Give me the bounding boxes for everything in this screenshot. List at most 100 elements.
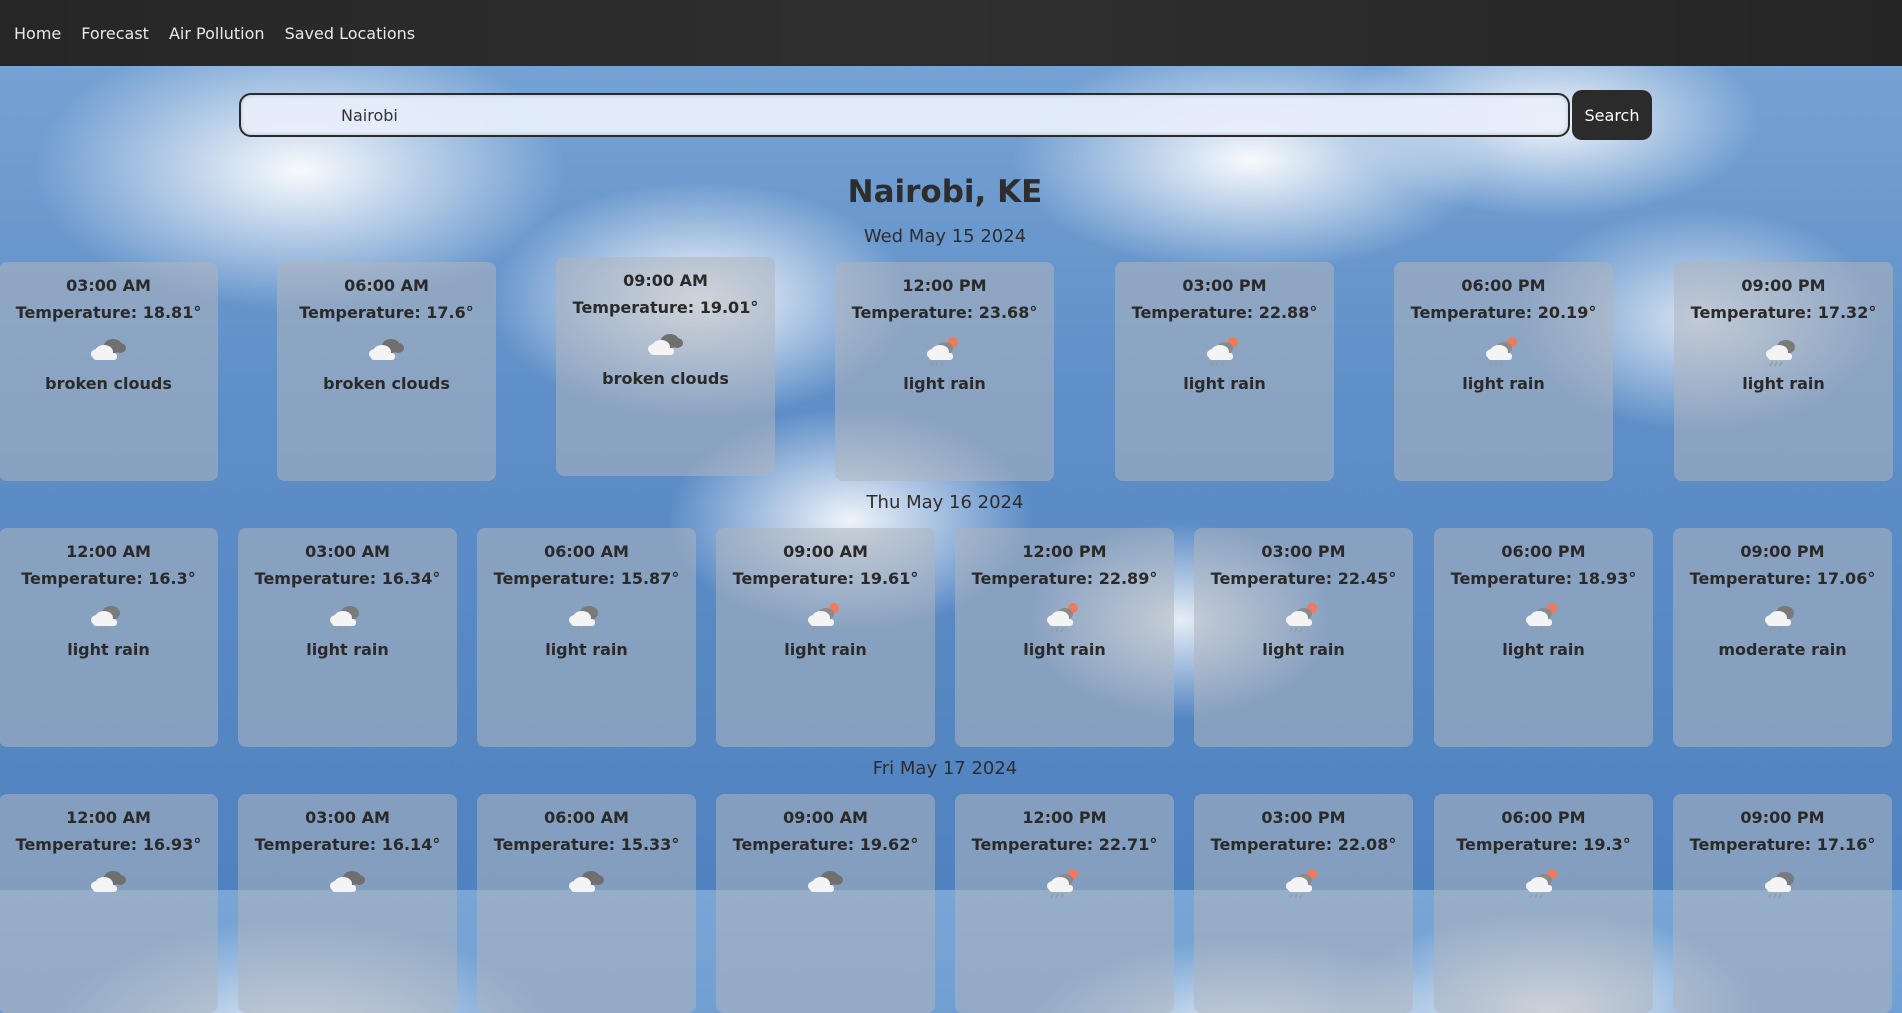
rain-cloud-icon	[477, 594, 696, 634]
forecast-card: 03:00 PM Temperature: 22.88° light rain	[1115, 262, 1334, 481]
nav-home-link[interactable]: Home	[14, 24, 61, 43]
forecast-time: 09:00 AM	[623, 271, 708, 290]
rain-sun-icon	[835, 328, 1054, 368]
forecast-time: 09:00 PM	[1740, 542, 1825, 561]
broken-clouds-icon	[277, 328, 496, 368]
forecast-card: 09:00 PM Temperature: 17.32° light rain	[1674, 262, 1893, 481]
forecast-temperature: Temperature: 19.62°	[732, 835, 919, 854]
forecast-temperature: Temperature: 18.81°	[15, 303, 202, 322]
forecast-card: 03:00 PM Temperature: 22.45° light rain	[1194, 528, 1413, 747]
rain-sun-icon	[1434, 860, 1653, 900]
forecast-temperature: Temperature: 17.06°	[1689, 569, 1876, 588]
rain-sun-icon	[1115, 328, 1334, 368]
forecast-card: 12:00 AM Temperature: 16.3° light rain	[0, 528, 218, 747]
forecast-description: light rain	[784, 640, 867, 659]
forecast-time: 06:00 AM	[544, 808, 629, 827]
rain-sun-icon	[1434, 594, 1653, 634]
top-nav: Home Forecast Air Pollution Saved Locati…	[0, 0, 1902, 66]
rain-sun-icon	[955, 594, 1174, 634]
forecast-card: 09:00 PM Temperature: 17.06° moderate rain	[1673, 528, 1892, 747]
forecast-time: 06:00 AM	[544, 542, 629, 561]
forecast-temperature: Temperature: 17.16°	[1689, 835, 1876, 854]
rain-sun-icon	[716, 594, 935, 634]
forecast-temperature: Temperature: 16.3°	[21, 569, 196, 588]
nav-air-pollution-link[interactable]: Air Pollution	[169, 24, 265, 43]
forecast-time: 12:00 PM	[1022, 808, 1107, 827]
forecast-time: 03:00 AM	[66, 276, 151, 295]
forecast-card: 06:00 AM Temperature: 15.87° light rain	[477, 528, 696, 747]
rain-cloud-icon	[0, 594, 218, 634]
forecast-temperature: Temperature: 15.33°	[493, 835, 680, 854]
forecast-temperature: Temperature: 19.61°	[732, 569, 919, 588]
forecast-temperature: Temperature: 18.93°	[1450, 569, 1637, 588]
forecast-time: 12:00 AM	[66, 542, 151, 561]
forecast-time: 06:00 PM	[1501, 542, 1586, 561]
forecast-time: 03:00 PM	[1261, 542, 1346, 561]
forecast-description: broken clouds	[323, 374, 450, 393]
rain-sun-icon	[1394, 328, 1613, 368]
forecast-card: 03:00 AM Temperature: 16.14°	[238, 794, 457, 1013]
forecast-description: light rain	[545, 640, 628, 659]
broken-clouds-icon	[477, 860, 696, 900]
search-bar: Search	[239, 90, 1652, 140]
day-label: Wed May 15 2024	[863, 226, 1027, 247]
city-title: Nairobi, KE	[847, 174, 1043, 210]
forecast-temperature: Temperature: 20.19°	[1410, 303, 1597, 322]
forecast-temperature: Temperature: 17.6°	[299, 303, 474, 322]
forecast-temperature: Temperature: 17.32°	[1690, 303, 1877, 322]
forecast-description: light rain	[306, 640, 389, 659]
forecast-time: 03:00 PM	[1182, 276, 1267, 295]
forecast-card: 12:00 PM Temperature: 22.71°	[955, 794, 1174, 1013]
forecast-description: light rain	[67, 640, 150, 659]
forecast-temperature: Temperature: 23.68°	[851, 303, 1038, 322]
forecast-description: light rain	[903, 374, 986, 393]
forecast-temperature: Temperature: 16.93°	[15, 835, 202, 854]
forecast-description: light rain	[1183, 374, 1266, 393]
forecast-temperature: Temperature: 16.34°	[254, 569, 441, 588]
rain-cloud-icon	[238, 594, 457, 634]
forecast-time: 03:00 PM	[1261, 808, 1346, 827]
forecast-time: 03:00 AM	[305, 808, 390, 827]
forecast-description: light rain	[1262, 640, 1345, 659]
forecast-temperature: Temperature: 15.87°	[493, 569, 680, 588]
day-label: Fri May 17 2024	[872, 758, 1018, 779]
broken-clouds-icon	[0, 860, 218, 900]
forecast-card: 06:00 AM Temperature: 17.6° broken clouds	[277, 262, 496, 481]
forecast-description: light rain	[1502, 640, 1585, 659]
day-label: Thu May 16 2024	[866, 492, 1024, 513]
forecast-temperature: Temperature: 19.3°	[1456, 835, 1631, 854]
forecast-description: light rain	[1742, 374, 1825, 393]
forecast-temperature: Temperature: 16.14°	[254, 835, 441, 854]
forecast-card: 03:00 PM Temperature: 22.08°	[1194, 794, 1413, 1013]
broken-clouds-icon	[0, 328, 218, 368]
forecast-time: 12:00 PM	[902, 276, 987, 295]
rain-cloud-icon	[1673, 860, 1892, 900]
forecast-card: 06:00 PM Temperature: 19.3°	[1434, 794, 1653, 1013]
forecast-temperature: Temperature: 22.45°	[1210, 569, 1397, 588]
search-button[interactable]: Search	[1572, 90, 1652, 140]
forecast-card: 09:00 AM Temperature: 19.61° light rain	[716, 528, 935, 747]
forecast-card: 12:00 PM Temperature: 22.89° light rain	[955, 528, 1174, 747]
forecast-time: 12:00 AM	[66, 808, 151, 827]
broken-clouds-icon	[238, 860, 457, 900]
forecast-card: 12:00 PM Temperature: 23.68° light rain	[835, 262, 1054, 481]
forecast-time: 03:00 AM	[305, 542, 390, 561]
rain-sun-icon	[955, 860, 1174, 900]
rain-cloud-icon	[1673, 594, 1892, 634]
search-input[interactable]	[239, 93, 1570, 137]
forecast-time: 06:00 AM	[344, 276, 429, 295]
nav-forecast-link[interactable]: Forecast	[81, 24, 149, 43]
forecast-time: 06:00 PM	[1501, 808, 1586, 827]
broken-clouds-icon	[556, 323, 775, 363]
broken-clouds-icon	[716, 860, 935, 900]
forecast-card: 09:00 PM Temperature: 17.16°	[1673, 794, 1892, 1013]
forecast-card: 09:00 AM Temperature: 19.62°	[716, 794, 935, 1013]
forecast-card: 06:00 PM Temperature: 18.93° light rain	[1434, 528, 1653, 747]
forecast-description: broken clouds	[602, 369, 729, 388]
nav-saved-locations-link[interactable]: Saved Locations	[285, 24, 416, 43]
forecast-temperature: Temperature: 19.01°	[572, 298, 759, 317]
forecast-time: 12:00 PM	[1022, 542, 1107, 561]
rain-sun-icon	[1194, 594, 1413, 634]
rain-cloud-icon	[1674, 328, 1893, 368]
forecast-card: 03:00 AM Temperature: 18.81° broken clouds	[0, 262, 218, 481]
